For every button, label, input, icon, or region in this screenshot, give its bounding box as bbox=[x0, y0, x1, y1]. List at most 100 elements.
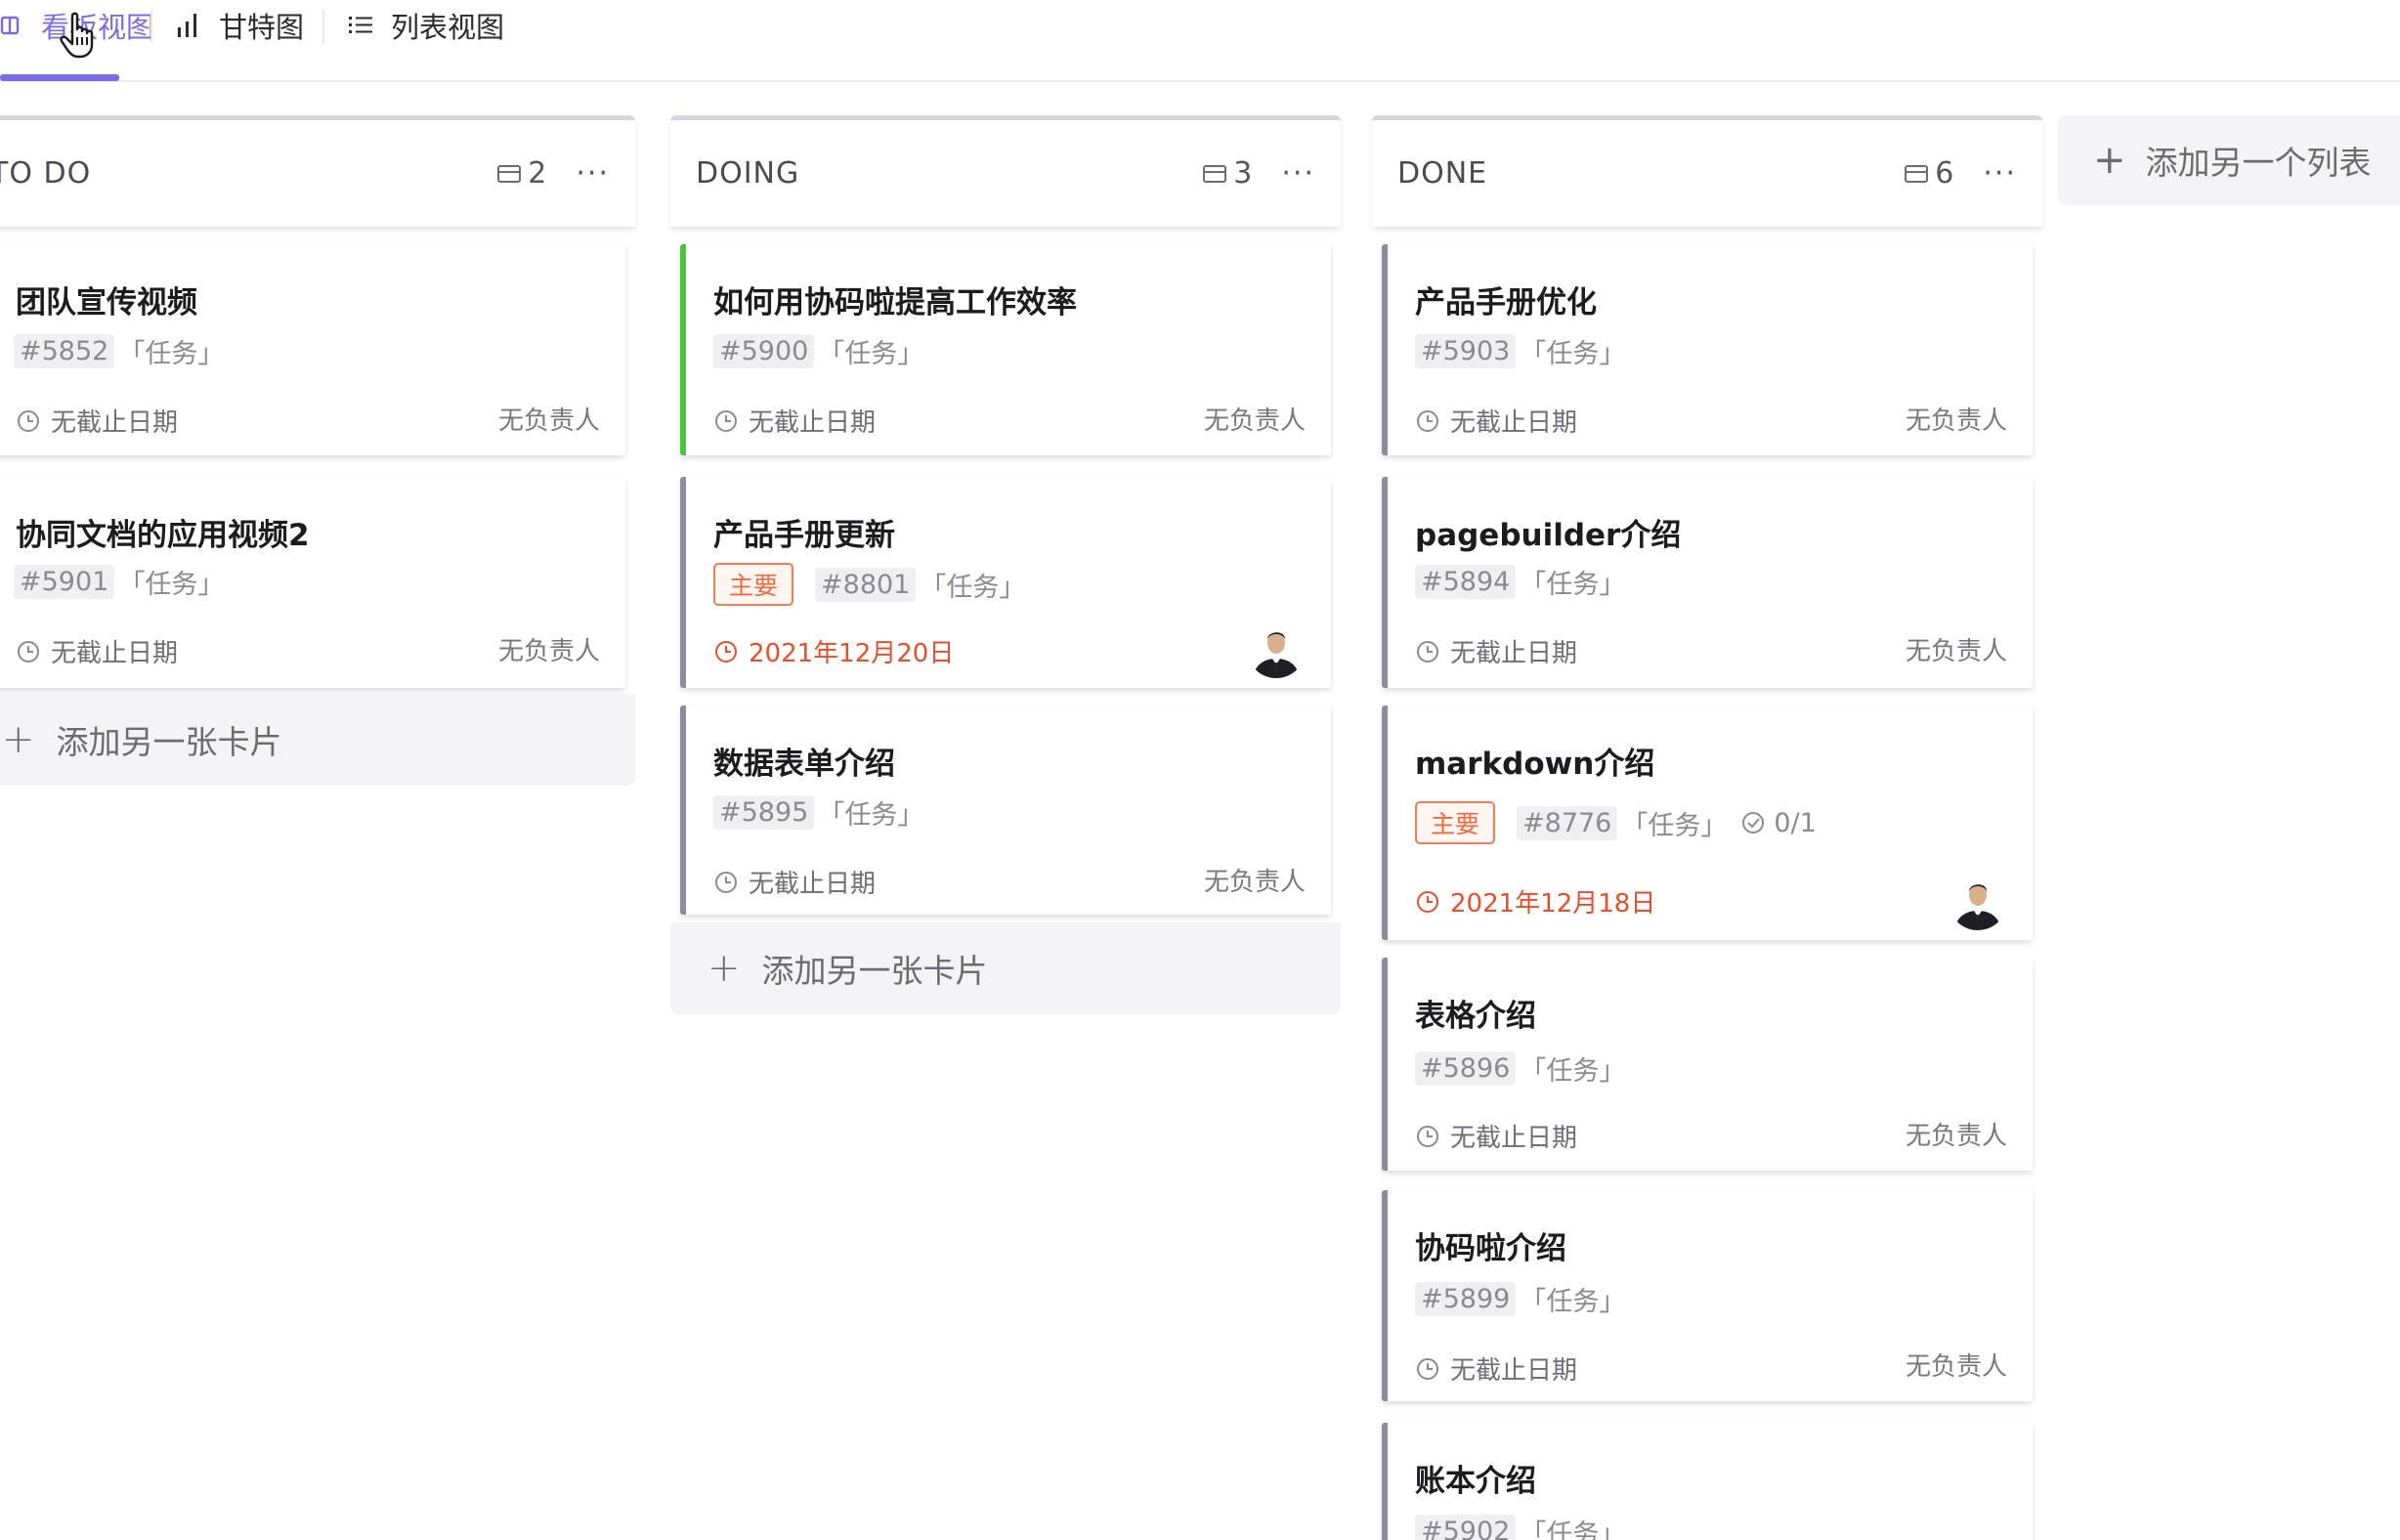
card-id: #5895 bbox=[713, 795, 815, 830]
task-card[interactable]: 数据表单介绍 #5895 「任务」 无截止日期 无负责人 bbox=[680, 706, 1331, 915]
person-avatar-icon bbox=[1949, 872, 2007, 930]
card-type: 「任务」 bbox=[1520, 1056, 1626, 1087]
add-list-label: 添加另一个列表 bbox=[2145, 144, 2372, 182]
column-more-button[interactable]: ··· bbox=[576, 156, 610, 191]
person-avatar-icon bbox=[1247, 620, 1306, 678]
card-due-date: 无截止日期 bbox=[1415, 1118, 1577, 1154]
task-card[interactable]: 如何用协码啦提高工作效率 #5900 「任务」 无截止日期 无负责人 bbox=[680, 244, 1331, 455]
card-id: #8776 bbox=[1517, 805, 1618, 840]
card-title: 表格介绍 bbox=[1415, 999, 1536, 1034]
task-card[interactable]: markdown介绍 主要 #8776 「任务」 0/1 2021年12月18日 bbox=[1382, 706, 2033, 940]
card-title: pagebuilder介绍 bbox=[1415, 518, 1682, 553]
task-card[interactable]: 产品手册优化 #5903 「任务」 无截止日期 无负责人 bbox=[1382, 244, 2033, 455]
add-list-button[interactable]: + 添加另一个列表 bbox=[2058, 115, 2400, 205]
card-type: 「任务」 bbox=[118, 339, 225, 369]
card-date-text: 无截止日期 bbox=[51, 408, 179, 438]
card-owner: 无负责人 bbox=[1905, 637, 2007, 666]
card-meta: #5899 「任务」 bbox=[1415, 1280, 1625, 1318]
card-title: 协码啦介绍 bbox=[1415, 1231, 1566, 1266]
card-due-date: 无截止日期 bbox=[1415, 403, 1577, 439]
task-card[interactable]: 协同文档的应用视频2 #5901 「任务」 无截止日期 无负责人 bbox=[0, 477, 625, 688]
bar-chart-icon bbox=[172, 9, 205, 42]
assignee-avatar[interactable] bbox=[1949, 872, 2007, 930]
card-due-date: 无截止日期 bbox=[16, 403, 178, 439]
kanban-icon bbox=[0, 9, 27, 42]
tab-gantt[interactable]: 甘特图 bbox=[172, 0, 304, 51]
card-id: #5894 bbox=[1415, 565, 1517, 599]
column-todo: TO DO 2 ··· 团队宣传视频 #5852 「任务」 无截止日期 无负责人… bbox=[0, 115, 635, 786]
card-meta: #5894 「任务」 bbox=[1415, 563, 1625, 601]
card-id: #5903 bbox=[1415, 334, 1517, 368]
card-type: 「任务」 bbox=[1520, 1519, 1626, 1540]
tab-divider bbox=[150, 10, 152, 43]
card-owner: 无负责人 bbox=[1203, 868, 1306, 897]
card-count-value: 3 bbox=[1233, 156, 1253, 191]
card-meta: #5852 「任务」 bbox=[14, 332, 224, 370]
tab-gantt-label: 甘特图 bbox=[219, 11, 305, 44]
card-owner: 无负责人 bbox=[497, 637, 600, 666]
card-count: 3 bbox=[1202, 156, 1252, 191]
card-date-text: 2021年12月20日 bbox=[749, 639, 955, 668]
card-owner: 无负责人 bbox=[1905, 1122, 2007, 1151]
clock-icon bbox=[1417, 640, 1438, 663]
card-owner: 无负责人 bbox=[1203, 406, 1306, 436]
card-meta: #5903 「任务」 bbox=[1415, 332, 1625, 370]
plus-icon: + bbox=[2093, 138, 2126, 183]
card-type: 「任务」 bbox=[920, 572, 1026, 603]
card-due-date: 无截止日期 bbox=[713, 403, 876, 439]
add-card-label: 添加另一张卡片 bbox=[761, 952, 988, 990]
card-count-icon bbox=[1905, 164, 1929, 183]
subtask-progress-text: 0/1 bbox=[1774, 807, 1817, 838]
card-date-text: 无截止日期 bbox=[749, 870, 877, 899]
tab-list-view[interactable]: 列表视图 bbox=[344, 0, 504, 51]
card-date-text: 无截止日期 bbox=[749, 408, 877, 438]
card-date-text: 无截止日期 bbox=[1450, 1356, 1578, 1386]
column-more-button[interactable]: ··· bbox=[1983, 156, 2017, 191]
clock-icon bbox=[18, 409, 39, 432]
card-date-text: 无截止日期 bbox=[51, 639, 179, 668]
add-card-button[interactable]: + 添加另一张卡片 bbox=[670, 922, 1341, 1014]
column-more-button[interactable]: ··· bbox=[1281, 156, 1315, 191]
card-meta: #5901 「任务」 bbox=[14, 563, 224, 601]
task-card[interactable]: 账本介绍 #5902 「任务」 bbox=[1382, 1423, 2033, 1540]
assignee-avatar[interactable] bbox=[1247, 620, 1306, 678]
card-title: 数据表单介绍 bbox=[713, 747, 895, 782]
card-id: #5900 bbox=[713, 334, 815, 368]
card-id: #5852 bbox=[14, 334, 115, 368]
card-due-date: 2021年12月20日 bbox=[713, 633, 954, 669]
card-type: 「任务」 bbox=[818, 800, 924, 831]
priority-tag: 主要 bbox=[1415, 801, 1496, 844]
card-type: 「任务」 bbox=[1520, 570, 1626, 600]
column-header: TO DO 2 ··· bbox=[0, 115, 635, 227]
card-count-value: 6 bbox=[1935, 156, 1954, 191]
card-id: #5896 bbox=[1415, 1051, 1517, 1086]
task-card[interactable]: 协码啦介绍 #5899 「任务」 无截止日期 无负责人 bbox=[1382, 1190, 2033, 1401]
clock-icon bbox=[1417, 1357, 1438, 1380]
card-id: #5899 bbox=[1415, 1282, 1517, 1316]
card-title: 如何用协码啦提高工作效率 bbox=[713, 285, 1077, 321]
card-date-text: 无截止日期 bbox=[1450, 639, 1578, 668]
card-meta: #5900 「任务」 bbox=[713, 332, 923, 370]
active-tab-indicator bbox=[0, 74, 119, 81]
add-card-label: 添加另一张卡片 bbox=[56, 723, 282, 761]
task-card[interactable]: 产品手册更新 主要 #8801 「任务」 2021年12月20日 bbox=[680, 477, 1331, 688]
clock-icon bbox=[18, 640, 39, 663]
task-card[interactable]: 团队宣传视频 #5852 「任务」 无截止日期 无负责人 bbox=[0, 244, 625, 455]
card-count-icon bbox=[1203, 164, 1227, 183]
card-owner: 无负责人 bbox=[497, 406, 600, 436]
card-title: 产品手册更新 bbox=[713, 518, 895, 553]
card-meta: #5895 「任务」 bbox=[713, 793, 923, 832]
tab-divider bbox=[322, 10, 324, 43]
clock-icon bbox=[1417, 1125, 1438, 1147]
add-card-button[interactable]: + 添加另一张卡片 bbox=[0, 694, 635, 786]
check-circle-icon bbox=[1742, 812, 1765, 834]
card-type: 「任务」 bbox=[818, 339, 924, 369]
card-owner: 无负责人 bbox=[1905, 1352, 2007, 1382]
card-due-date: 无截止日期 bbox=[1415, 1350, 1577, 1387]
task-card[interactable]: pagebuilder介绍 #5894 「任务」 无截止日期 无负责人 bbox=[1382, 477, 2033, 688]
card-id: #5901 bbox=[14, 565, 115, 599]
column-header: DOING 3 ··· bbox=[670, 115, 1341, 227]
priority-tag: 主要 bbox=[713, 563, 794, 606]
task-card[interactable]: 表格介绍 #5896 「任务」 无截止日期 无负责人 bbox=[1382, 958, 2033, 1171]
card-type: 「任务」 bbox=[1520, 1287, 1626, 1317]
